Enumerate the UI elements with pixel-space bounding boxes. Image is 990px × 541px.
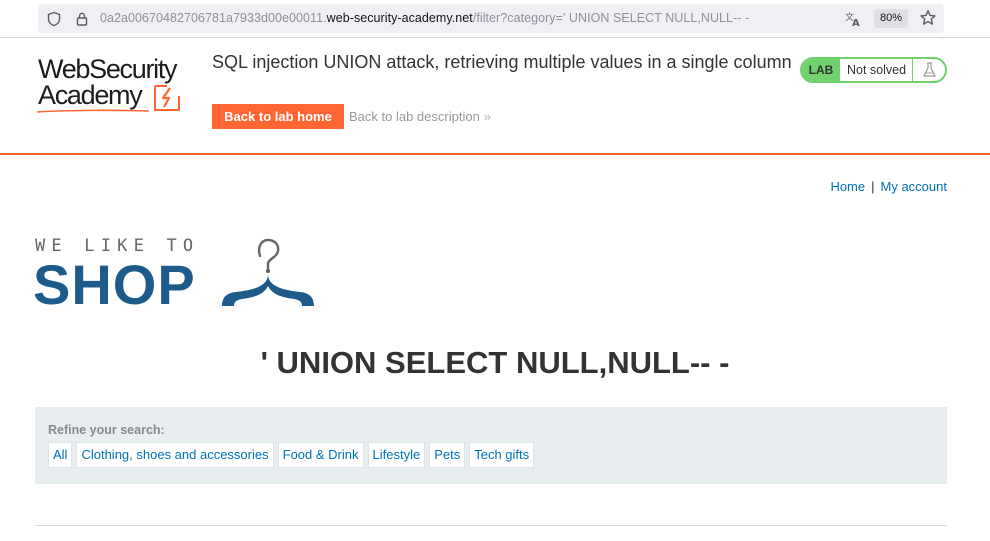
filter-categories: All Clothing, shoes and accessories Food… bbox=[48, 442, 535, 468]
shop-logo-word: SHOP bbox=[33, 253, 196, 316]
hanger-icon bbox=[222, 238, 314, 306]
back-desc-label: Back to lab description bbox=[349, 109, 480, 124]
shield-icon[interactable] bbox=[46, 11, 62, 27]
flask-icon-wrap bbox=[912, 59, 945, 81]
zoom-level[interactable]: 80% bbox=[874, 9, 909, 28]
logo-bolt-icon bbox=[154, 85, 180, 111]
back-to-lab-description-link[interactable]: Back to lab description» bbox=[349, 109, 491, 124]
filter-all[interactable]: All bbox=[48, 442, 73, 468]
divider bbox=[35, 525, 947, 526]
nav-separator: | bbox=[871, 179, 875, 194]
top-nav: Home | My account bbox=[830, 179, 947, 194]
chevron-right-icon: » bbox=[483, 109, 492, 124]
url-prefix: 0a2a00670482706781a7933d00e00011. bbox=[100, 11, 327, 25]
filter-clothing[interactable]: Clothing, shoes and accessories bbox=[76, 442, 274, 468]
lab-status-text: Not solved bbox=[847, 63, 907, 77]
back-to-lab-home-button[interactable]: Back to lab home bbox=[212, 104, 344, 129]
lock-icon[interactable] bbox=[74, 11, 90, 27]
url-path: /filter?category=' UNION SELECT NULL,NUL… bbox=[472, 11, 750, 25]
home-link[interactable]: Home bbox=[830, 179, 865, 194]
filter-pets[interactable]: Pets bbox=[429, 442, 466, 468]
filter-food-drink[interactable]: Food & Drink bbox=[277, 442, 364, 468]
lab-header: WebSecurity Academy SQL injection UNION … bbox=[0, 39, 990, 155]
svg-text:A: A bbox=[852, 18, 860, 28]
filter-tech-gifts[interactable]: Tech gifts bbox=[469, 442, 535, 468]
lab-status-widget[interactable]: LAB Not solved bbox=[800, 57, 947, 83]
url-bar[interactable]: 0a2a00670482706781a7933d00e00011.web-sec… bbox=[38, 4, 944, 33]
category-heading: ' UNION SELECT NULL,NULL-- - bbox=[260, 345, 730, 380]
browser-toolbar: 0a2a00670482706781a7933d00e00011.web-sec… bbox=[0, 0, 990, 38]
logo-underline bbox=[37, 109, 149, 113]
lab-badge: LAB bbox=[802, 59, 840, 81]
translate-icon[interactable]: 文 A bbox=[844, 10, 862, 28]
filter-panel: Refine your search: All Clothing, shoes … bbox=[35, 407, 947, 484]
lab-title: SQL injection UNION attack, retrieving m… bbox=[212, 52, 792, 72]
filter-lifestyle[interactable]: Lifestyle bbox=[367, 442, 426, 468]
filter-label: Refine your search: bbox=[48, 423, 165, 437]
star-icon[interactable] bbox=[919, 9, 937, 27]
url-text[interactable]: 0a2a00670482706781a7933d00e00011.web-sec… bbox=[100, 11, 749, 25]
my-account-link[interactable]: My account bbox=[881, 179, 947, 194]
url-host: web-security-academy.net bbox=[326, 11, 473, 25]
flask-icon bbox=[923, 62, 936, 77]
